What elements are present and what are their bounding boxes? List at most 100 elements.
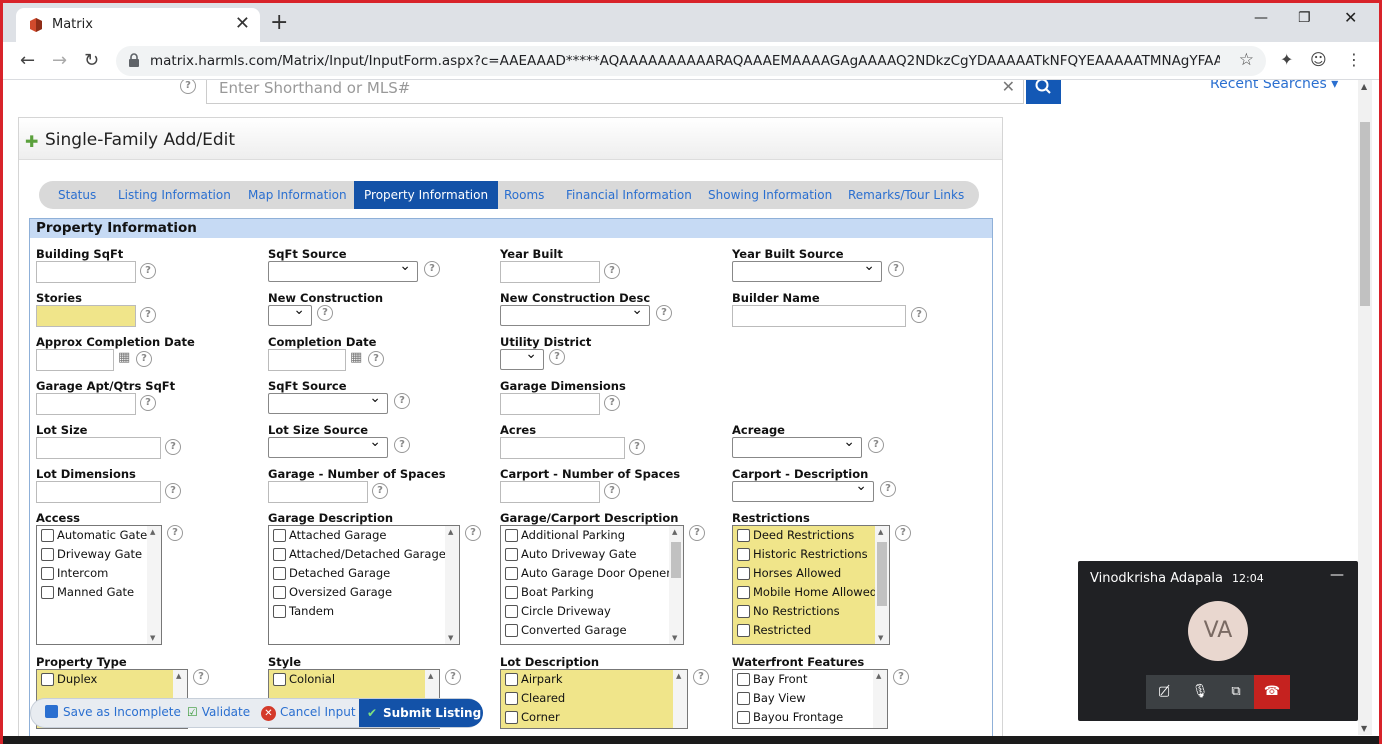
list-item[interactable]: Auto Driveway Gate — [501, 545, 683, 564]
help-icon[interactable]: ? — [180, 80, 196, 94]
scrollbar[interactable]: ▲ ▼ — [875, 526, 889, 644]
list-item[interactable]: Circle Driveway — [501, 602, 683, 621]
tab-showing-information[interactable]: Showing Information — [708, 181, 832, 209]
scrollbar[interactable]: ▲ — [673, 670, 687, 728]
scroll-up-icon[interactable]: ▲ — [1361, 82, 1367, 91]
carport-description-select[interactable] — [732, 478, 874, 502]
lot-size-input[interactable] — [36, 437, 161, 459]
stories-input[interactable] — [36, 305, 136, 327]
tab-financial-information[interactable]: Financial Information — [566, 181, 692, 209]
search-button[interactable] — [1026, 80, 1061, 104]
list-item[interactable]: Driveway Gate — [37, 545, 161, 564]
tab-rooms[interactable]: Rooms — [504, 181, 544, 209]
sqft-source-2-select[interactable] — [268, 390, 388, 414]
close-window-icon[interactable]: ✕ — [1344, 8, 1357, 27]
help-icon[interactable]: ? — [372, 483, 388, 499]
completion-date-input[interactable] — [268, 349, 346, 371]
list-item[interactable]: Deed Restrictions — [733, 526, 889, 545]
sqft-source-select[interactable] — [268, 258, 418, 282]
scroll-up-icon[interactable]: ▲ — [672, 528, 677, 536]
scrollbar[interactable]: ▲ — [873, 670, 887, 728]
scroll-up-icon[interactable]: ▲ — [878, 528, 883, 536]
help-icon[interactable]: ? — [604, 263, 620, 279]
waterfront-features-listbox[interactable]: Bay Front Bay View Bayou Frontage ▲ — [732, 669, 888, 729]
help-icon[interactable]: ? — [167, 525, 183, 541]
year-built-source-select[interactable] — [732, 258, 882, 282]
scroll-up-icon[interactable]: ▲ — [876, 672, 881, 680]
help-icon[interactable]: ? — [394, 393, 410, 409]
lot-description-listbox[interactable]: Airpark Cleared Corner ▲ — [500, 669, 688, 729]
tab-remarks-tour-links[interactable]: Remarks/Tour Links — [848, 181, 964, 209]
help-icon[interactable]: ? — [604, 395, 620, 411]
help-icon[interactable]: ? — [140, 263, 156, 279]
tab-status[interactable]: Status — [58, 181, 96, 209]
utility-district-select[interactable] — [500, 346, 544, 370]
list-item[interactable]: Attached/Detached Garage — [269, 545, 459, 564]
list-item[interactable]: Tandem — [269, 602, 459, 621]
restore-icon[interactable]: ❐ — [1298, 10, 1311, 26]
help-icon[interactable]: ? — [165, 483, 181, 499]
scroll-down-icon[interactable]: ▼ — [1361, 724, 1367, 733]
help-icon[interactable]: ? — [656, 305, 672, 321]
list-item[interactable]: Detached Garage — [269, 564, 459, 583]
help-icon[interactable]: ? — [689, 525, 705, 541]
scroll-down-icon[interactable]: ▼ — [150, 634, 155, 642]
help-icon[interactable]: ? — [136, 351, 152, 367]
close-tab-icon[interactable]: ✕ — [235, 14, 250, 34]
scroll-up-icon[interactable]: ▲ — [428, 672, 433, 680]
help-icon[interactable]: ? — [911, 307, 927, 323]
save-incomplete-button[interactable]: Save as Incomplete — [45, 705, 181, 719]
browser-tab[interactable]: Matrix ✕ — [16, 8, 260, 42]
list-item[interactable]: No Restrictions — [733, 602, 889, 621]
year-built-input[interactable] — [500, 261, 600, 283]
building-sqft-input[interactable] — [36, 261, 136, 283]
garage-description-listbox[interactable]: Attached Garage Attached/Detached Garage… — [268, 525, 460, 645]
validate-button[interactable]: ☑ Validate — [187, 705, 250, 719]
help-icon[interactable]: ? — [445, 669, 461, 685]
garage-carport-listbox[interactable]: Additional Parking Auto Driveway Gate Au… — [500, 525, 684, 645]
list-item[interactable]: Converted Garage — [501, 621, 683, 640]
calendar-icon[interactable]: ▦ — [350, 350, 362, 365]
help-icon[interactable]: ? — [880, 481, 896, 497]
forward-icon[interactable]: → — [52, 51, 67, 71]
list-item[interactable]: Bayou Frontage — [733, 708, 887, 727]
help-icon[interactable]: ? — [629, 439, 645, 455]
help-icon[interactable]: ? — [549, 349, 565, 365]
approx-completion-date-input[interactable] — [36, 349, 114, 371]
menu-kebab-icon[interactable]: ⋮ — [1346, 50, 1362, 69]
clear-icon[interactable]: ✕ — [1002, 80, 1015, 96]
scroll-down-icon[interactable]: ▼ — [448, 634, 453, 642]
garage-apt-sqft-input[interactable] — [36, 393, 136, 415]
help-icon[interactable]: ? — [140, 395, 156, 411]
help-icon[interactable]: ? — [424, 261, 440, 277]
help-icon[interactable]: ? — [893, 669, 909, 685]
submit-listing-button[interactable]: ✔ Submit Listing — [359, 699, 483, 727]
garage-spaces-input[interactable] — [268, 481, 368, 503]
list-item[interactable]: Airpark — [501, 670, 687, 689]
help-icon[interactable]: ? — [888, 261, 904, 277]
shorthand-search-input[interactable]: Enter Shorthand or MLS# ✕ — [206, 80, 1024, 104]
recent-searches-link[interactable]: Recent Searches ▾ — [1210, 80, 1338, 92]
help-icon[interactable]: ? — [604, 483, 620, 499]
new-construction-desc-select[interactable] — [500, 302, 650, 326]
acres-input[interactable] — [500, 437, 625, 459]
extensions-icon[interactable]: ✦ — [1280, 50, 1293, 69]
list-item[interactable]: Colonial — [269, 670, 439, 689]
help-icon[interactable]: ? — [868, 437, 884, 453]
help-icon[interactable]: ? — [368, 351, 384, 367]
lot-dimensions-input[interactable] — [36, 481, 161, 503]
help-icon[interactable]: ? — [693, 669, 709, 685]
list-item[interactable]: Duplex — [37, 670, 187, 689]
scroll-thumb[interactable] — [1360, 122, 1370, 306]
list-item[interactable]: Automatic Gate — [37, 526, 161, 545]
help-icon[interactable]: ? — [165, 439, 181, 455]
present-screen-icon[interactable]: ⧉ — [1218, 675, 1254, 709]
tab-map-information[interactable]: Map Information — [248, 181, 347, 209]
access-listbox[interactable]: Automatic Gate Driveway Gate Intercom Ma… — [36, 525, 162, 645]
carport-spaces-input[interactable] — [500, 481, 600, 503]
list-item[interactable]: Bay Front — [733, 670, 887, 689]
bookmark-star-icon[interactable]: ☆ — [1239, 50, 1254, 70]
list-item[interactable]: Historic Restrictions — [733, 545, 889, 564]
list-item[interactable]: Oversized Garage — [269, 583, 459, 602]
builder-name-input[interactable] — [732, 305, 906, 327]
